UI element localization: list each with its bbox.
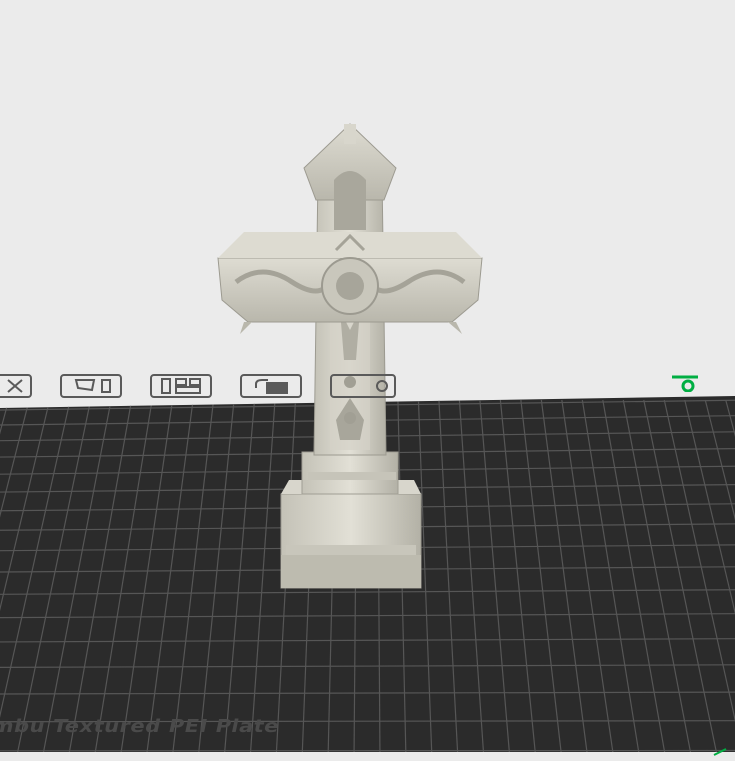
plate-toolbar: [0, 372, 420, 406]
settings-icon[interactable]: [330, 372, 396, 400]
3d-viewport[interactable]: mbu Textured PEI Plate: [0, 0, 735, 752]
axis-indicator-icon: [712, 742, 732, 752]
lock-icon[interactable]: [240, 372, 302, 400]
plate-type-label: mbu Textured PEI Plate: [0, 716, 281, 736]
auto-orient-icon[interactable]: [60, 372, 122, 400]
arrange-icon[interactable]: [150, 372, 212, 400]
axis-origin-icon: [668, 374, 704, 392]
close-plate-icon[interactable]: [0, 372, 32, 400]
